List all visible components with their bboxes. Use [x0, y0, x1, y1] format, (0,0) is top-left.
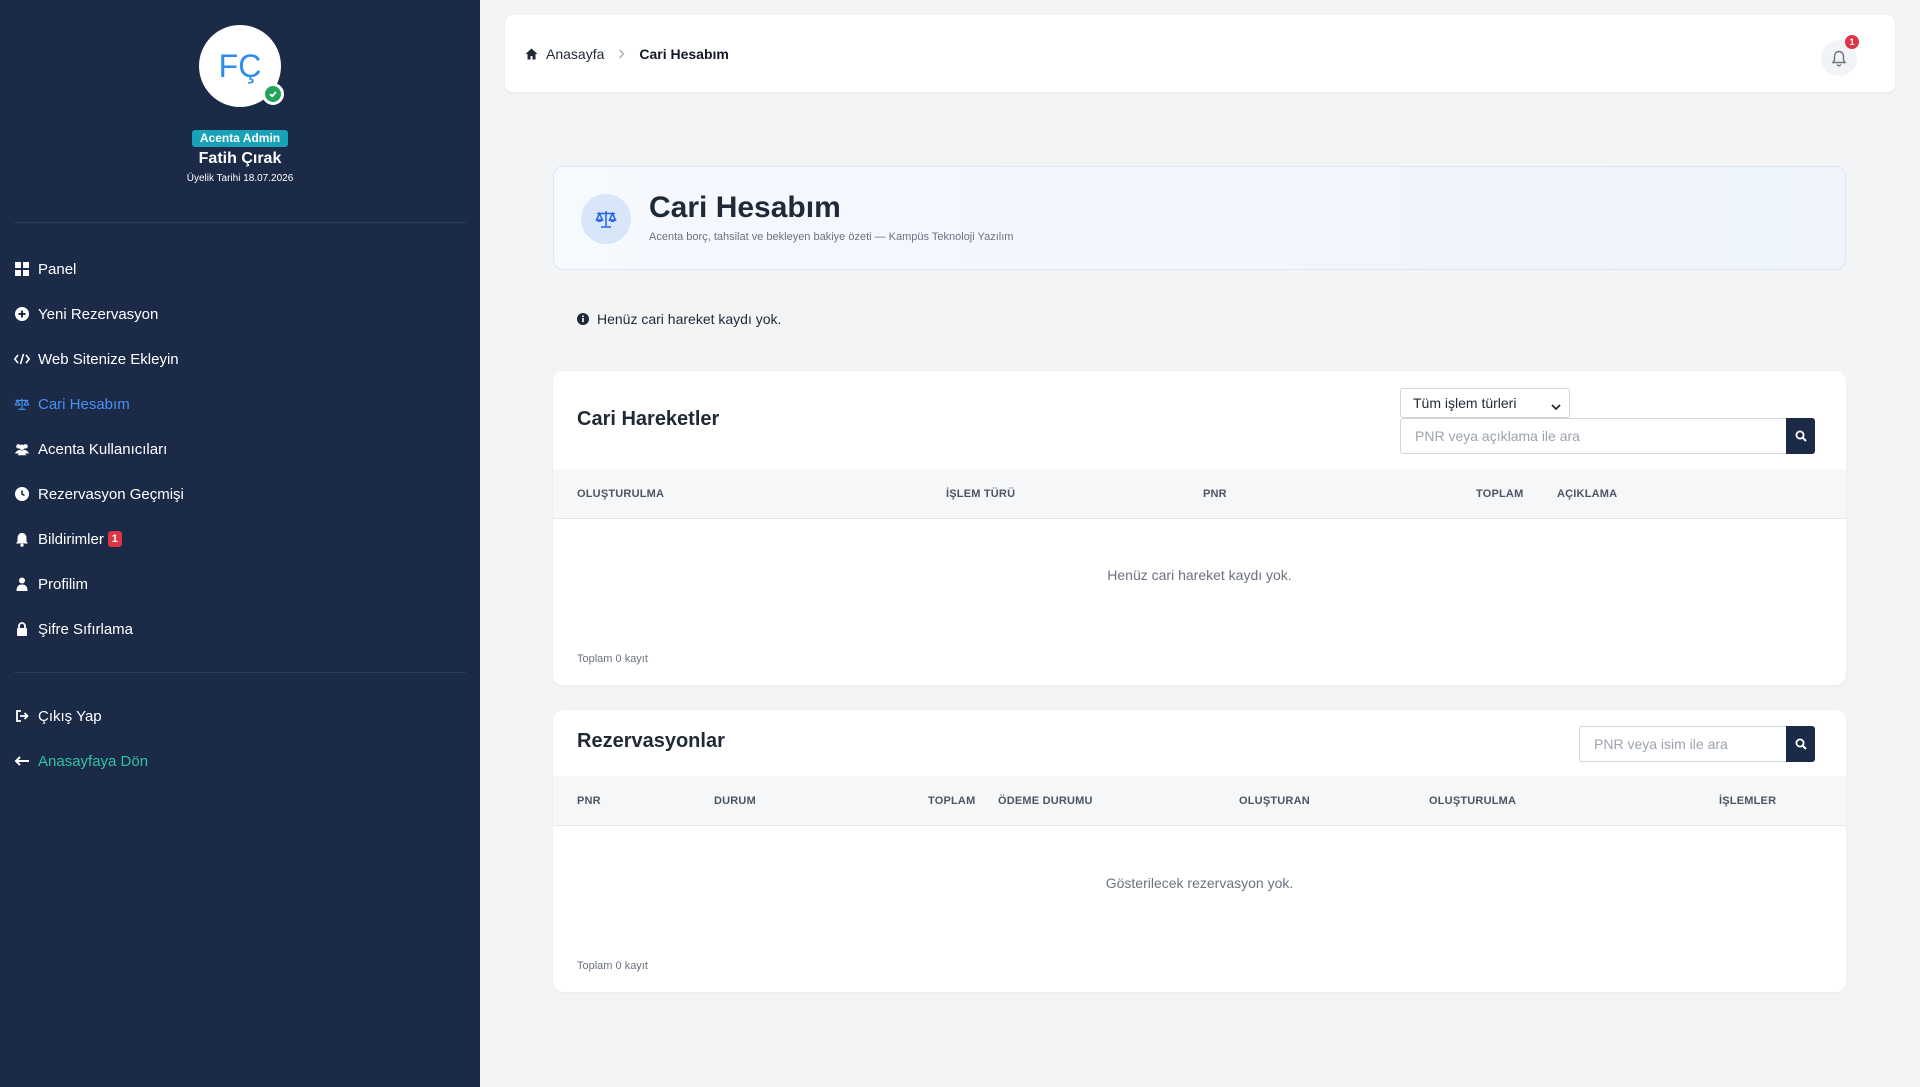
- column-header[interactable]: İŞLEM TÜRÜ: [946, 469, 1015, 519]
- balance-scale-icon: [14, 396, 30, 412]
- transactions-empty-message: Henüz cari hareket kaydı yok.: [1107, 567, 1292, 583]
- sidebar-item-label: Yeni Rezervasyon: [38, 305, 159, 323]
- sidebar-divider: [14, 222, 466, 223]
- logout-button[interactable]: Çıkış Yap: [14, 702, 102, 730]
- info-circle-icon: [577, 313, 589, 325]
- sidebar-item-account[interactable]: Cari Hesabım: [14, 390, 130, 418]
- notification-badge: 1: [107, 531, 122, 547]
- column-header[interactable]: OLUŞTURAN: [1239, 776, 1310, 826]
- chevron-down-icon: [1551, 398, 1561, 414]
- column-header[interactable]: DURUM: [714, 776, 756, 826]
- column-header[interactable]: PNR: [1203, 469, 1227, 519]
- avatar[interactable]: FÇ: [199, 25, 284, 107]
- transactions-search-input[interactable]: [1400, 418, 1786, 454]
- sidebar-item-label: Şifre Sıfırlama: [38, 620, 134, 638]
- reservations-title: Rezervasyonlar: [577, 730, 725, 752]
- sidebar-item-label: Web Sitenize Ekleyin: [38, 350, 179, 368]
- clock-icon: [14, 486, 30, 502]
- breadcrumb: Anasayfa Cari Hesabım: [525, 15, 729, 92]
- reservations-table-header: PNR DURUM TOPLAM ÖDEME DURUMU OLUŞTURAN …: [553, 776, 1846, 826]
- reservations-search-button[interactable]: [1786, 726, 1815, 762]
- sidebar-item-notifications[interactable]: Bildirimler 1: [14, 525, 122, 553]
- bell-icon: [14, 531, 30, 547]
- role-badge: Acenta Admin: [192, 130, 288, 147]
- home-icon: [525, 48, 538, 60]
- sidebar-item-label: Profilim: [38, 575, 89, 593]
- notification-count-badge: 1: [1845, 35, 1859, 49]
- sidebar: FÇ Acenta Admin Fatih Çırak Üyelik Tarih…: [0, 0, 480, 1087]
- verified-check-icon: [262, 83, 284, 105]
- column-header[interactable]: AÇIKLAMA: [1557, 469, 1617, 519]
- column-header[interactable]: ÖDEME DURUMU: [998, 776, 1093, 826]
- sidebar-item-panel[interactable]: Panel: [14, 255, 76, 283]
- column-header[interactable]: İŞLEMLER: [1719, 776, 1776, 826]
- bell-icon: [1831, 50, 1847, 67]
- member-since: Üyelik Tarihi 18.07.2026: [186, 173, 294, 184]
- transactions-title: Cari Hareketler: [577, 408, 720, 430]
- arrow-left-icon: [14, 753, 30, 769]
- avatar-initials: FÇ: [218, 47, 262, 84]
- back-to-home-label: Anasayfaya Dön: [38, 752, 149, 770]
- column-header[interactable]: TOPLAM: [1476, 469, 1523, 519]
- sidebar-item-label: Cari Hesabım: [38, 395, 130, 413]
- transactions-search-button[interactable]: [1786, 418, 1815, 454]
- notifications-button[interactable]: 1: [1821, 35, 1859, 76]
- plus-circle-icon: [14, 306, 30, 322]
- column-header[interactable]: PNR: [577, 776, 601, 826]
- reservations-empty-message: Gösterilecek rezervasyon yok.: [1105, 875, 1294, 891]
- reservations-search-input[interactable]: [1579, 726, 1786, 762]
- back-to-home-link[interactable]: Anasayfaya Dön: [14, 747, 148, 775]
- transaction-type-select[interactable]: Tüm işlem türleri: [1400, 388, 1570, 418]
- balance-scale-icon: [581, 194, 631, 244]
- top-bar: Anasayfa Cari Hesabım 1: [505, 15, 1895, 92]
- info-message: Henüz cari hareket kaydı yok.: [577, 311, 781, 327]
- sign-out-icon: [14, 708, 30, 724]
- transactions-table-header: OLUŞTURULMA İŞLEM TÜRÜ PNR TOPLAM AÇIKLA…: [553, 469, 1846, 519]
- page-header: Cari Hesabım Acenta borç, tahsilat ve be…: [553, 166, 1846, 270]
- transactions-total-count: Toplam 0 kayıt: [577, 653, 648, 665]
- sidebar-item-label: Bildirimler: [38, 530, 104, 548]
- logout-label: Çıkış Yap: [38, 707, 102, 725]
- search-icon: [1795, 738, 1807, 750]
- sidebar-item-password-reset[interactable]: Şifre Sıfırlama: [14, 615, 133, 643]
- breadcrumb-home-label: Anasayfa: [546, 45, 605, 62]
- transactions-card: Cari Hareketler Tüm işlem türleri OLUŞTU…: [553, 371, 1846, 685]
- page-title: Cari Hesabım: [649, 191, 841, 224]
- breadcrumb-home-link[interactable]: Anasayfa: [525, 46, 604, 62]
- lock-icon: [14, 621, 30, 637]
- info-message-text: Henüz cari hareket kaydı yok.: [597, 311, 782, 327]
- sidebar-item-label: Panel: [38, 260, 77, 278]
- user-name: Fatih Çırak: [198, 150, 282, 167]
- sidebar-item-history[interactable]: Rezervasyon Geçmişi: [14, 480, 184, 508]
- sidebar-item-profile[interactable]: Profilim: [14, 570, 88, 598]
- sidebar-item-users[interactable]: Acenta Kullanıcıları: [14, 435, 167, 463]
- sidebar-item-label: Acenta Kullanıcıları: [38, 440, 168, 458]
- user-icon: [14, 576, 30, 592]
- chevron-right-icon: [618, 46, 626, 62]
- users-icon: [14, 441, 30, 457]
- sidebar-item-label: Rezervasyon Geçmişi: [38, 485, 184, 503]
- reservations-total-count: Toplam 0 kayıt: [577, 960, 648, 972]
- transaction-type-selected: Tüm işlem türleri: [1413, 395, 1517, 411]
- sidebar-item-embed[interactable]: Web Sitenize Ekleyin: [14, 345, 179, 373]
- breadcrumb-current: Cari Hesabım: [639, 45, 729, 62]
- column-header[interactable]: OLUŞTURULMA: [1429, 776, 1516, 826]
- column-header[interactable]: TOPLAM: [928, 776, 975, 826]
- reservations-card: Rezervasyonlar PNR DURUM TOPLAM ÖDEME DU…: [553, 710, 1846, 992]
- sidebar-divider: [14, 672, 466, 673]
- search-icon: [1795, 430, 1807, 442]
- code-icon: [14, 351, 30, 367]
- column-header[interactable]: OLUŞTURULMA: [577, 469, 664, 519]
- page-subtitle: Acenta borç, tahsilat ve bekleyen bakiye…: [649, 231, 1014, 243]
- dashboard-icon: [14, 261, 30, 277]
- sidebar-item-new-reservation[interactable]: Yeni Rezervasyon: [14, 300, 158, 328]
